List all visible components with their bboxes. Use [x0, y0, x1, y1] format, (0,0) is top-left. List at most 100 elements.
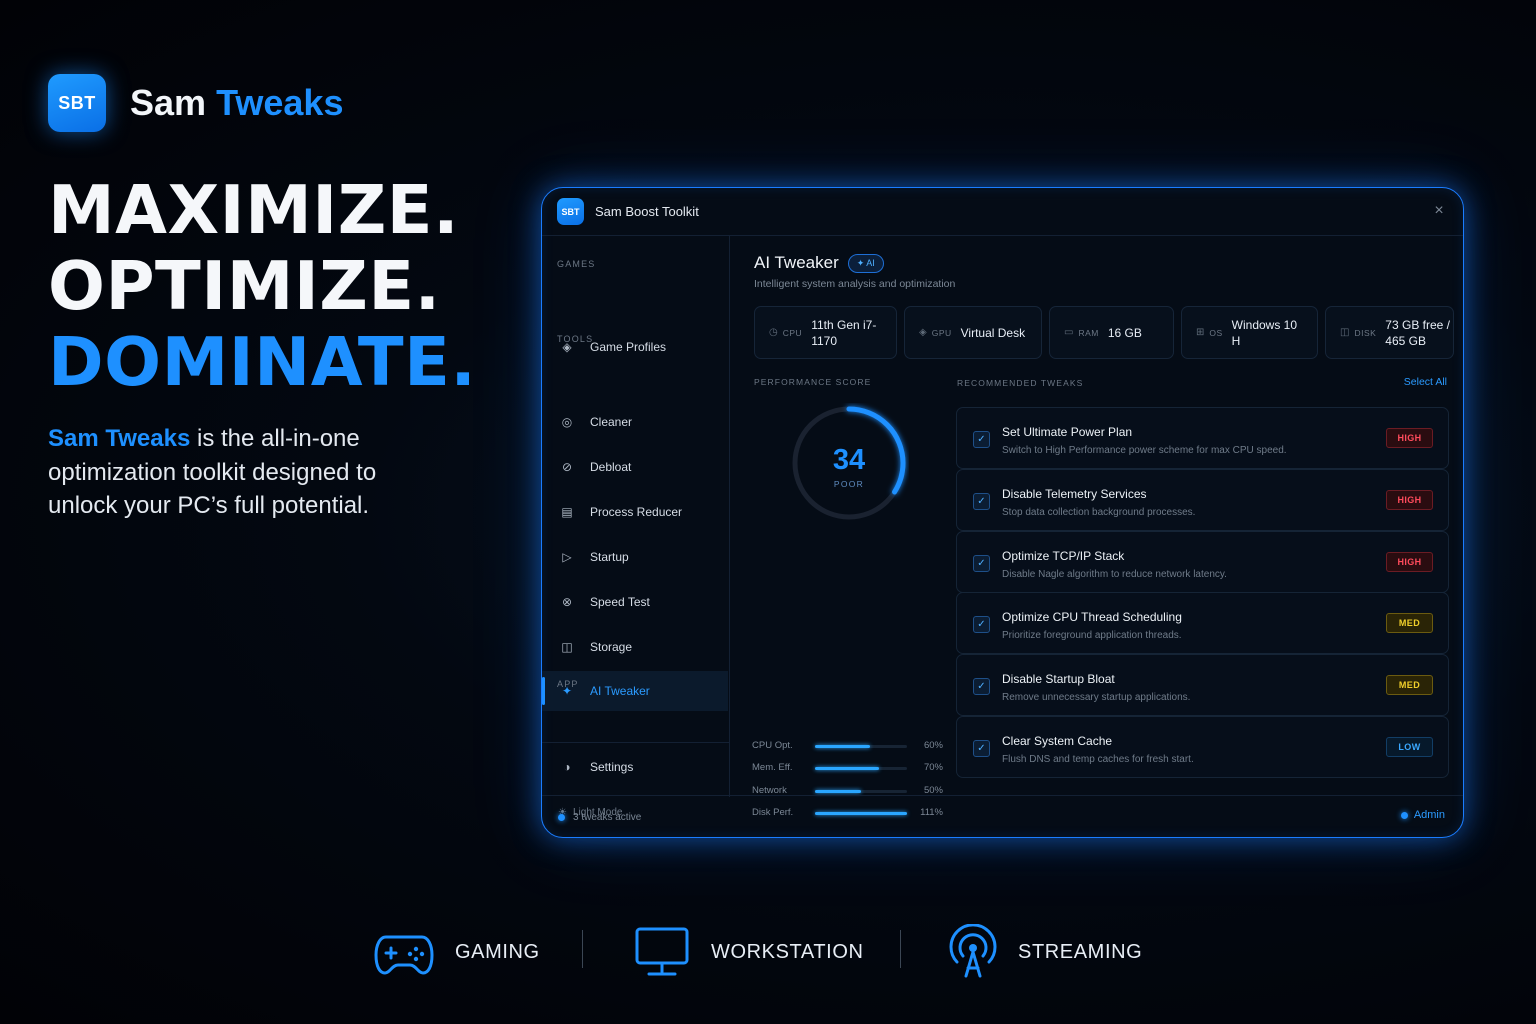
tweak-description: Stop data collection background processe…	[1002, 507, 1196, 518]
spec-value: 73 GB free / 465 GB	[1385, 317, 1450, 348]
ai-badge: ✦ AI	[847, 253, 884, 273]
target-icon: ◎	[561, 415, 573, 429]
metric-bar-track	[815, 745, 907, 748]
sidebar-item-debloat[interactable]: ⊘ Debloat	[542, 447, 728, 487]
list-icon: ▤	[561, 505, 573, 519]
performance-score: 34	[832, 444, 866, 476]
tweak-description: Prioritize foreground application thread…	[1002, 630, 1182, 641]
spec-value: 16 GB	[1107, 325, 1142, 340]
brand-name-part2: Tweaks	[216, 82, 344, 123]
metric-value: 60%	[923, 740, 943, 751]
feature-workstation: WORKSTATION	[634, 924, 864, 980]
tweak-item[interactable]: ✓ Disable Telemetry Services Stop data col…	[956, 469, 1449, 531]
spec-value: Windows 10 H	[1231, 317, 1298, 348]
tweak-title: Disable Telemetry Services	[1002, 487, 1147, 501]
hero-line-2: OPTIMIZE.	[48, 247, 441, 325]
clock-icon: ◷	[769, 327, 778, 338]
metric-bar-fill	[815, 745, 871, 748]
status-dot-icon	[558, 814, 565, 821]
metric-row: Mem. Eff. 70%	[752, 762, 947, 776]
brand-logo: SBT	[48, 74, 106, 132]
checkbox[interactable]: ✓	[973, 616, 990, 633]
title-bar: SBT Sam Boost Toolkit ×	[542, 188, 1463, 236]
sidebar-item-label: Process Reducer	[590, 505, 683, 519]
tweak-title: Disable Startup Bloat	[1002, 672, 1115, 686]
windows-icon: ⊞	[1196, 327, 1205, 338]
window-title: Sam Boost Toolkit	[595, 204, 699, 219]
spec-label: GPU	[931, 327, 952, 338]
sidebar-item-settings[interactable]: ◑ Settings	[542, 747, 728, 787]
user-name: Admin	[1413, 809, 1445, 821]
checkbox[interactable]: ✓	[973, 431, 990, 448]
sidebar-divider	[542, 742, 729, 743]
feature-label: WORKSTATION	[711, 940, 864, 963]
app-window: SBT Sam Boost Toolkit × GAMES ◈ Game Prof…	[541, 187, 1464, 838]
sidebar-item-process-reducer[interactable]: ▤ Process Reducer	[542, 492, 728, 532]
checkbox[interactable]: ✓	[973, 740, 990, 757]
sidebar-item-startup[interactable]: ▷ Startup	[542, 537, 728, 577]
user-badge[interactable]: Admin	[1400, 809, 1445, 821]
sidebar-item-storage[interactable]: ◫ Storage	[542, 627, 728, 667]
status-bar: 3 tweaks active Admin	[542, 795, 1463, 837]
checkbox[interactable]: ✓	[973, 493, 990, 510]
tweak-description: Switch to High Performance power scheme …	[1002, 445, 1287, 456]
tweak-description: Remove unnecessary startup applications.	[1002, 692, 1191, 703]
gamepad-icon	[374, 935, 434, 975]
spec-label: CPU	[782, 327, 803, 338]
disk-icon: ◫	[1340, 327, 1350, 338]
hero-headline: MAXIMIZE. OPTIMIZE. DOMINATE.	[48, 172, 476, 400]
tagline-highlight: Sam Tweaks	[48, 425, 191, 452]
sidebar-item-ai-tweaker[interactable]: ✦ AI Tweaker	[542, 671, 728, 711]
performance-score-title: PERFORMANCE SCORE	[754, 377, 872, 387]
priority-badge: MED	[1386, 613, 1433, 633]
sidebar-item-speed-test[interactable]: ⊗ Speed Test	[542, 582, 728, 622]
sidebar-item-cleaner[interactable]: ◎ Cleaner	[542, 402, 728, 442]
metric-row: CPU Opt. 60%	[752, 740, 947, 754]
feature-strip: GAMING WORKSTATION STREAMING	[0, 924, 1536, 980]
spec-card-os: ⊞ OS Windows 10 H	[1181, 306, 1318, 359]
sidebar-item-label: Startup	[590, 550, 629, 564]
spec-card-cpu: ◷ CPU 11th Gen i7-1170	[754, 306, 897, 359]
recommended-tweaks-title: RECOMMENDED TWEAKS	[957, 378, 1084, 388]
tweak-item[interactable]: ✓ Disable Startup Bloat Remove unnecessary…	[956, 654, 1449, 716]
monitor-icon	[635, 927, 689, 976]
spec-label: OS	[1209, 327, 1223, 338]
tweak-description: Flush DNS and temp caches for fresh star…	[1002, 754, 1194, 765]
broadcast-icon	[949, 924, 997, 978]
spec-card-ram: ▭ RAM 16 GB	[1049, 306, 1174, 359]
tagline: Sam Tweaks is the all-in-one optimizatio…	[48, 422, 428, 523]
close-icon[interactable]: ×	[1431, 203, 1447, 219]
metric-bar-fill	[815, 767, 880, 770]
tweak-title: Clear System Cache	[1002, 734, 1113, 748]
status-text: 3 tweaks active	[573, 812, 642, 823]
tweak-item[interactable]: ✓ Optimize TCP/IP Stack Disable Nagle algo…	[956, 531, 1449, 593]
checkbox[interactable]: ✓	[973, 555, 990, 572]
tweak-title: Optimize TCP/IP Stack	[1002, 549, 1125, 563]
tweak-title: Set Ultimate Power Plan	[1002, 425, 1133, 439]
metric-bar-track	[815, 767, 907, 770]
priority-badge: HIGH	[1386, 552, 1433, 572]
user-dot-icon	[1400, 811, 1408, 819]
page-title-text: AI Tweaker	[754, 253, 839, 272]
metric-label: CPU Opt.	[752, 740, 793, 751]
priority-badge: MED	[1386, 675, 1433, 695]
spec-value: 11th Gen i7-1170	[811, 317, 877, 348]
select-all-link[interactable]: Select All	[1404, 376, 1447, 388]
sidebar: GAMES ◈ Game Profiles TOOLS ◎ Cleaner ⊘ Deb…	[542, 236, 730, 818]
checkbox[interactable]: ✓	[973, 678, 990, 695]
metric-bar-fill	[815, 790, 861, 793]
tweak-item[interactable]: ✓ Optimize CPU Thread Scheduling Prioritiz…	[956, 592, 1449, 654]
sidebar-item-game-profiles[interactable]: ◈ Game Profiles	[542, 327, 728, 367]
metric-label: Mem. Eff.	[752, 762, 793, 773]
speed-icon: ⊗	[561, 595, 573, 609]
tweak-item[interactable]: ✓ Set Ultimate Power Plan Switch to High P…	[956, 407, 1449, 469]
sidebar-item-label: Game Profiles	[590, 340, 667, 354]
priority-badge: HIGH	[1386, 490, 1433, 510]
tweak-item[interactable]: ✓ Clear System Cache Flush DNS and temp ca…	[956, 716, 1449, 778]
hero-line-3: DOMINATE.	[48, 323, 477, 401]
sidebar-section-app: APP	[557, 679, 579, 689]
sidebar-item-label: Settings	[590, 760, 634, 774]
sidebar-item-label: AI Tweaker	[590, 684, 650, 698]
metric-bar-track	[815, 790, 907, 793]
spec-card-disk: ◫ DISK 73 GB free / 465 GB	[1325, 306, 1454, 359]
